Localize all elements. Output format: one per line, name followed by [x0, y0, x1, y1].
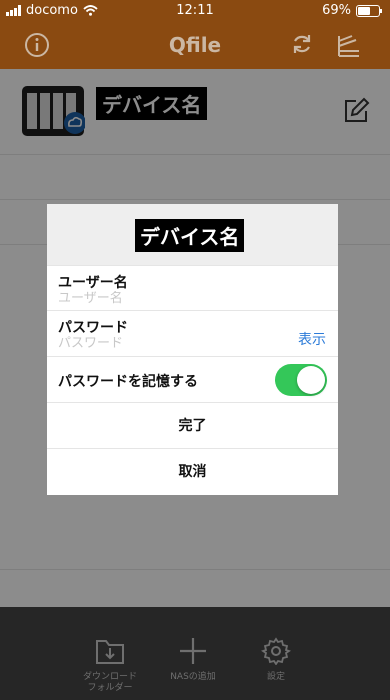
done-button[interactable]: 完了	[47, 402, 338, 449]
status-bar: docomo 12:11 69%	[0, 0, 390, 22]
tab-label: ダウンロード フォルダー	[82, 672, 137, 693]
tab-label: NASの追加	[170, 672, 216, 682]
password-field[interactable]: パスワード 表示	[47, 310, 338, 357]
battery-percent: 69%	[322, 3, 351, 18]
dialog-title: デバイス名	[135, 219, 245, 252]
tab-bar: ダウンロード フォルダー NASの追加 設定	[0, 607, 390, 700]
sort-icon[interactable]	[336, 33, 362, 59]
tab-settings[interactable]: 設定	[236, 637, 316, 683]
tab-download-folder[interactable]: ダウンロード フォルダー	[70, 637, 150, 694]
password-label: パスワード	[58, 320, 128, 336]
login-dialog: デバイス名 ユーザー名 パスワード 表示 パスワードを記憶する 完了 取消	[47, 204, 338, 495]
dialog-header: デバイス名	[47, 204, 338, 265]
nav-bar: Qfile	[0, 22, 390, 69]
cancel-button[interactable]: 取消	[47, 448, 338, 495]
battery-icon	[356, 4, 382, 17]
gear-icon	[260, 637, 292, 666]
battery-fill	[358, 6, 370, 15]
username-input[interactable]	[58, 291, 258, 306]
toggle-knob	[297, 366, 325, 394]
remember-password-toggle[interactable]	[275, 364, 327, 396]
tab-add-nas[interactable]: NASの追加	[153, 637, 233, 683]
password-input[interactable]	[58, 336, 258, 351]
status-right: 69%	[322, 3, 382, 18]
show-password-button[interactable]: 表示	[298, 329, 326, 349]
remember-password-label: パスワードを記憶する	[58, 374, 198, 390]
username-label: ユーザー名	[58, 275, 128, 291]
app-title: Qfile	[168, 33, 222, 57]
plus-icon	[180, 638, 206, 664]
download-folder-icon	[96, 640, 124, 664]
remember-password-row: パスワードを記憶する	[47, 356, 338, 403]
username-field[interactable]: ユーザー名	[47, 265, 338, 312]
refresh-icon[interactable]	[290, 32, 314, 56]
tab-label: 設定	[266, 672, 285, 682]
